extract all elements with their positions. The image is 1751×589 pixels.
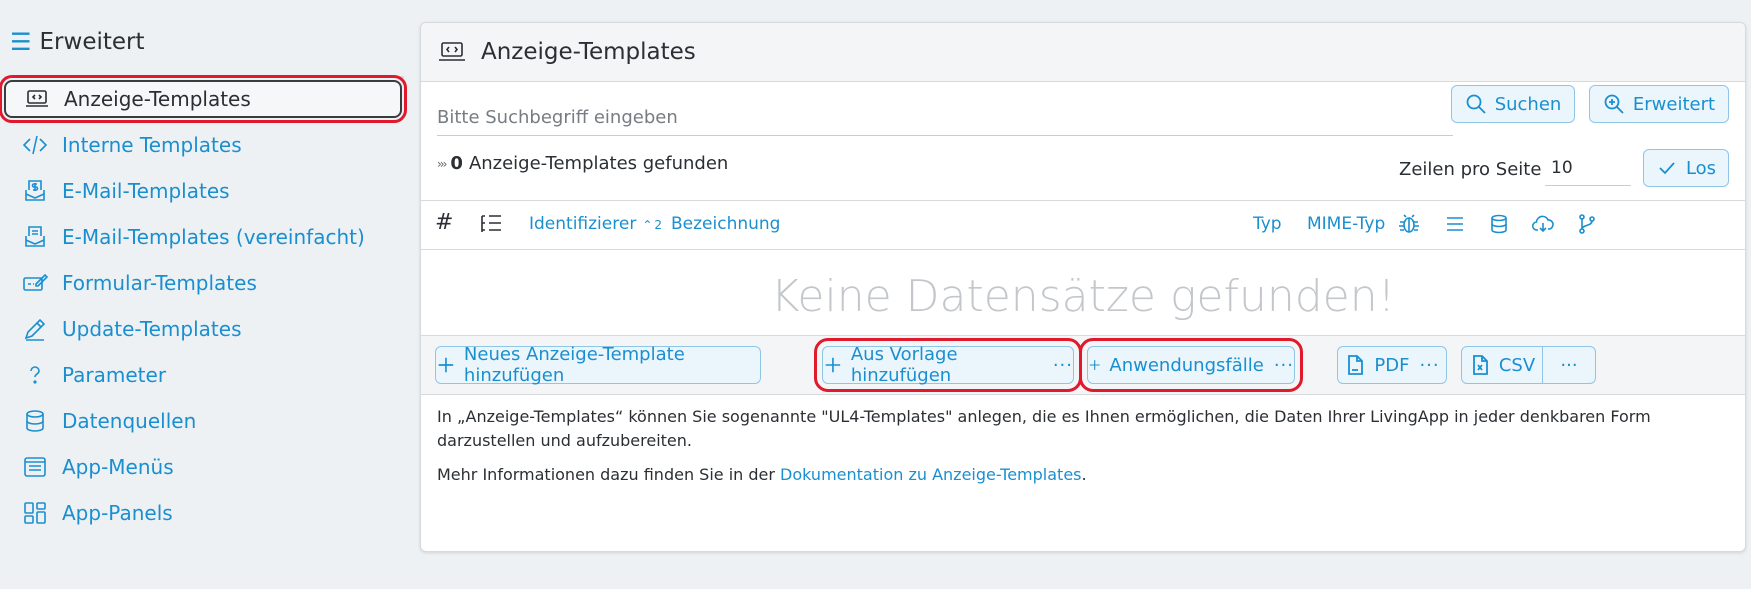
laptop-code-icon	[439, 42, 465, 61]
sidebar-item-label: Interne Templates	[62, 133, 242, 157]
sidebar-item-email-templates[interactable]: E-Mail-Templates	[4, 172, 402, 210]
search-icon	[1466, 94, 1486, 114]
use-cases-button[interactable]: Anwendungsfälle ···	[1079, 338, 1303, 392]
templates-panel: Anzeige-Templates Suchen Erweitert ››› 0…	[420, 22, 1746, 552]
col-name[interactable]: Bezeichnung	[671, 214, 780, 234]
info-paragraph-docs: Mehr Informationen dazu finden Sie in de…	[437, 463, 1727, 487]
col-type[interactable]: Typ	[1253, 214, 1282, 234]
action-bar: Neues Anzeige-Template hinzufügen Aus Vo…	[421, 335, 1745, 395]
tree-list-icon[interactable]	[479, 213, 503, 240]
sidebar-item-app-menues[interactable]: App-Menüs	[4, 448, 402, 486]
form-edit-icon	[20, 270, 50, 296]
col-mime-type[interactable]: MIME-Typ	[1307, 214, 1385, 234]
sidebar-item-label: Anzeige-Templates	[64, 87, 251, 111]
pdf-export-label: PDF	[1374, 354, 1410, 376]
page-title: Anzeige-Templates	[481, 39, 696, 65]
sort-asc-icon: ⌃	[642, 218, 653, 232]
list-icon[interactable]	[1443, 213, 1467, 240]
info-docs-prefix: Mehr Informationen dazu finden Sie in de…	[437, 465, 781, 484]
col-identifier-label: Identifizierer	[529, 214, 637, 234]
advanced-search-button[interactable]: Erweitert	[1589, 85, 1729, 123]
csv-export-button[interactable]: CSV	[1461, 346, 1543, 384]
plus-icon	[825, 357, 841, 373]
add-new-template-label: Neues Anzeige-Template hinzufügen	[463, 344, 685, 386]
sidebar-divider	[4, 76, 404, 78]
more-options-icon: ···	[1560, 354, 1578, 376]
grid-panels-icon	[20, 500, 50, 526]
sidebar-item-parameter[interactable]: Parameter	[4, 356, 402, 394]
go-button[interactable]: Los	[1643, 149, 1729, 187]
sidebar-item-datenquellen[interactable]: Datenquellen	[4, 402, 402, 440]
pdf-export-button[interactable]: PDF ···	[1337, 346, 1447, 384]
laptop-code-icon	[22, 86, 52, 112]
plus-icon	[1089, 360, 1100, 370]
results-count-number: 0	[450, 153, 463, 174]
more-options-icon: ···	[1419, 354, 1440, 376]
zoom-in-icon	[1604, 94, 1624, 114]
sidebar-item-update-templates[interactable]: Update-Templates	[4, 310, 402, 348]
advanced-search-label: Erweitert	[1632, 93, 1716, 115]
code-icon	[20, 132, 50, 158]
sidebar-heading[interactable]: ☰ Erweitert	[10, 28, 145, 56]
rows-per-page-label: Zeilen pro Seite	[1399, 159, 1542, 180]
add-from-template-button[interactable]: Aus Vorlage hinzufügen ···	[814, 338, 1082, 392]
pencil-icon	[20, 316, 50, 342]
sidebar-item-formular-templates[interactable]: Formular-Templates	[4, 264, 402, 302]
sidebar-item-app-panels[interactable]: App-Panels	[4, 494, 402, 532]
question-icon	[20, 362, 50, 388]
chevrons-right-icon: ›››	[437, 156, 448, 171]
menu-icon[interactable]: ☰	[10, 28, 32, 56]
use-cases-label: Anwendungsfälle	[1109, 354, 1264, 376]
sidebar-item-label: Formular-Templates	[62, 271, 257, 295]
add-new-template-button[interactable]: Neues Anzeige-Template hinzufügen	[435, 344, 761, 386]
info-paragraph: In „Anzeige-Templates“ können Sie sogena…	[437, 407, 1651, 450]
panel-header: Anzeige-Templates	[421, 23, 1745, 82]
git-branch-icon[interactable]	[1575, 213, 1599, 240]
sidebar-heading-label: Erweitert	[39, 29, 145, 55]
sidebar-item-label: E-Mail-Templates	[62, 179, 230, 203]
results-count-label: Anzeige-Templates gefunden	[468, 153, 729, 174]
check-icon	[1659, 162, 1675, 175]
sidebar: ☰ Erweitert Anzeige-Templates Interne Te…	[0, 0, 410, 589]
more-options-icon: ···	[1273, 354, 1294, 376]
mail-list-icon	[20, 224, 50, 250]
sidebar-item-interne-templates[interactable]: Interne Templates	[4, 126, 402, 164]
plus-icon	[438, 357, 454, 373]
sidebar-item-anzeige-templates[interactable]: Anzeige-Templates	[0, 75, 407, 123]
empty-message: Keine Datensätze gefunden!	[770, 271, 1396, 322]
sidebar-item-label: App-Panels	[62, 501, 173, 525]
sidebar-item-email-templates-simple[interactable]: E-Mail-Templates (vereinfacht)	[4, 218, 402, 256]
sidebar-item-label: Datenquellen	[62, 409, 197, 433]
info-docs-suffix: .	[1081, 465, 1087, 484]
docs-link[interactable]: Dokumentation zu Anzeige-Templates	[780, 465, 1081, 484]
search-input[interactable]	[437, 99, 1453, 136]
sidebar-item-label: Update-Templates	[62, 317, 242, 341]
search-button-label: Suchen	[1494, 93, 1562, 115]
search-button[interactable]: Suchen	[1451, 85, 1575, 123]
col-identifier[interactable]: Identifizierer ⌃ 2	[529, 214, 662, 234]
sidebar-item-label: App-Menüs	[62, 455, 174, 479]
results-count: ››› 0 Anzeige-Templates gefunden	[437, 153, 728, 174]
go-button-label: Los	[1685, 157, 1717, 179]
col-hash: #	[435, 210, 454, 235]
sidebar-item-label: E-Mail-Templates (vereinfacht)	[62, 225, 365, 249]
cloud-download-icon[interactable]	[1531, 213, 1555, 240]
rows-per-page-input[interactable]	[1545, 151, 1631, 186]
add-from-template-label: Aus Vorlage hinzufügen	[850, 344, 958, 386]
database-icon	[20, 408, 50, 434]
table-header: # Identifizierer ⌃ 2 Bezeichnung Typ MIME-…	[421, 200, 1745, 250]
more-export-button[interactable]: ···	[1542, 346, 1596, 384]
csv-export-label: CSV	[1498, 354, 1536, 376]
sort-order: 2	[654, 218, 663, 232]
more-options-icon: ···	[1052, 354, 1073, 376]
file-pdf-icon	[1348, 355, 1364, 375]
info-text: In „Anzeige-Templates“ können Sie sogena…	[437, 405, 1727, 497]
sidebar-item-label: Parameter	[62, 363, 167, 387]
mail-dollar-icon	[20, 178, 50, 204]
menu-window-icon	[20, 454, 50, 480]
file-excel-icon	[1472, 355, 1488, 375]
database-icon[interactable]	[1487, 213, 1511, 240]
bug-icon[interactable]	[1397, 213, 1421, 240]
